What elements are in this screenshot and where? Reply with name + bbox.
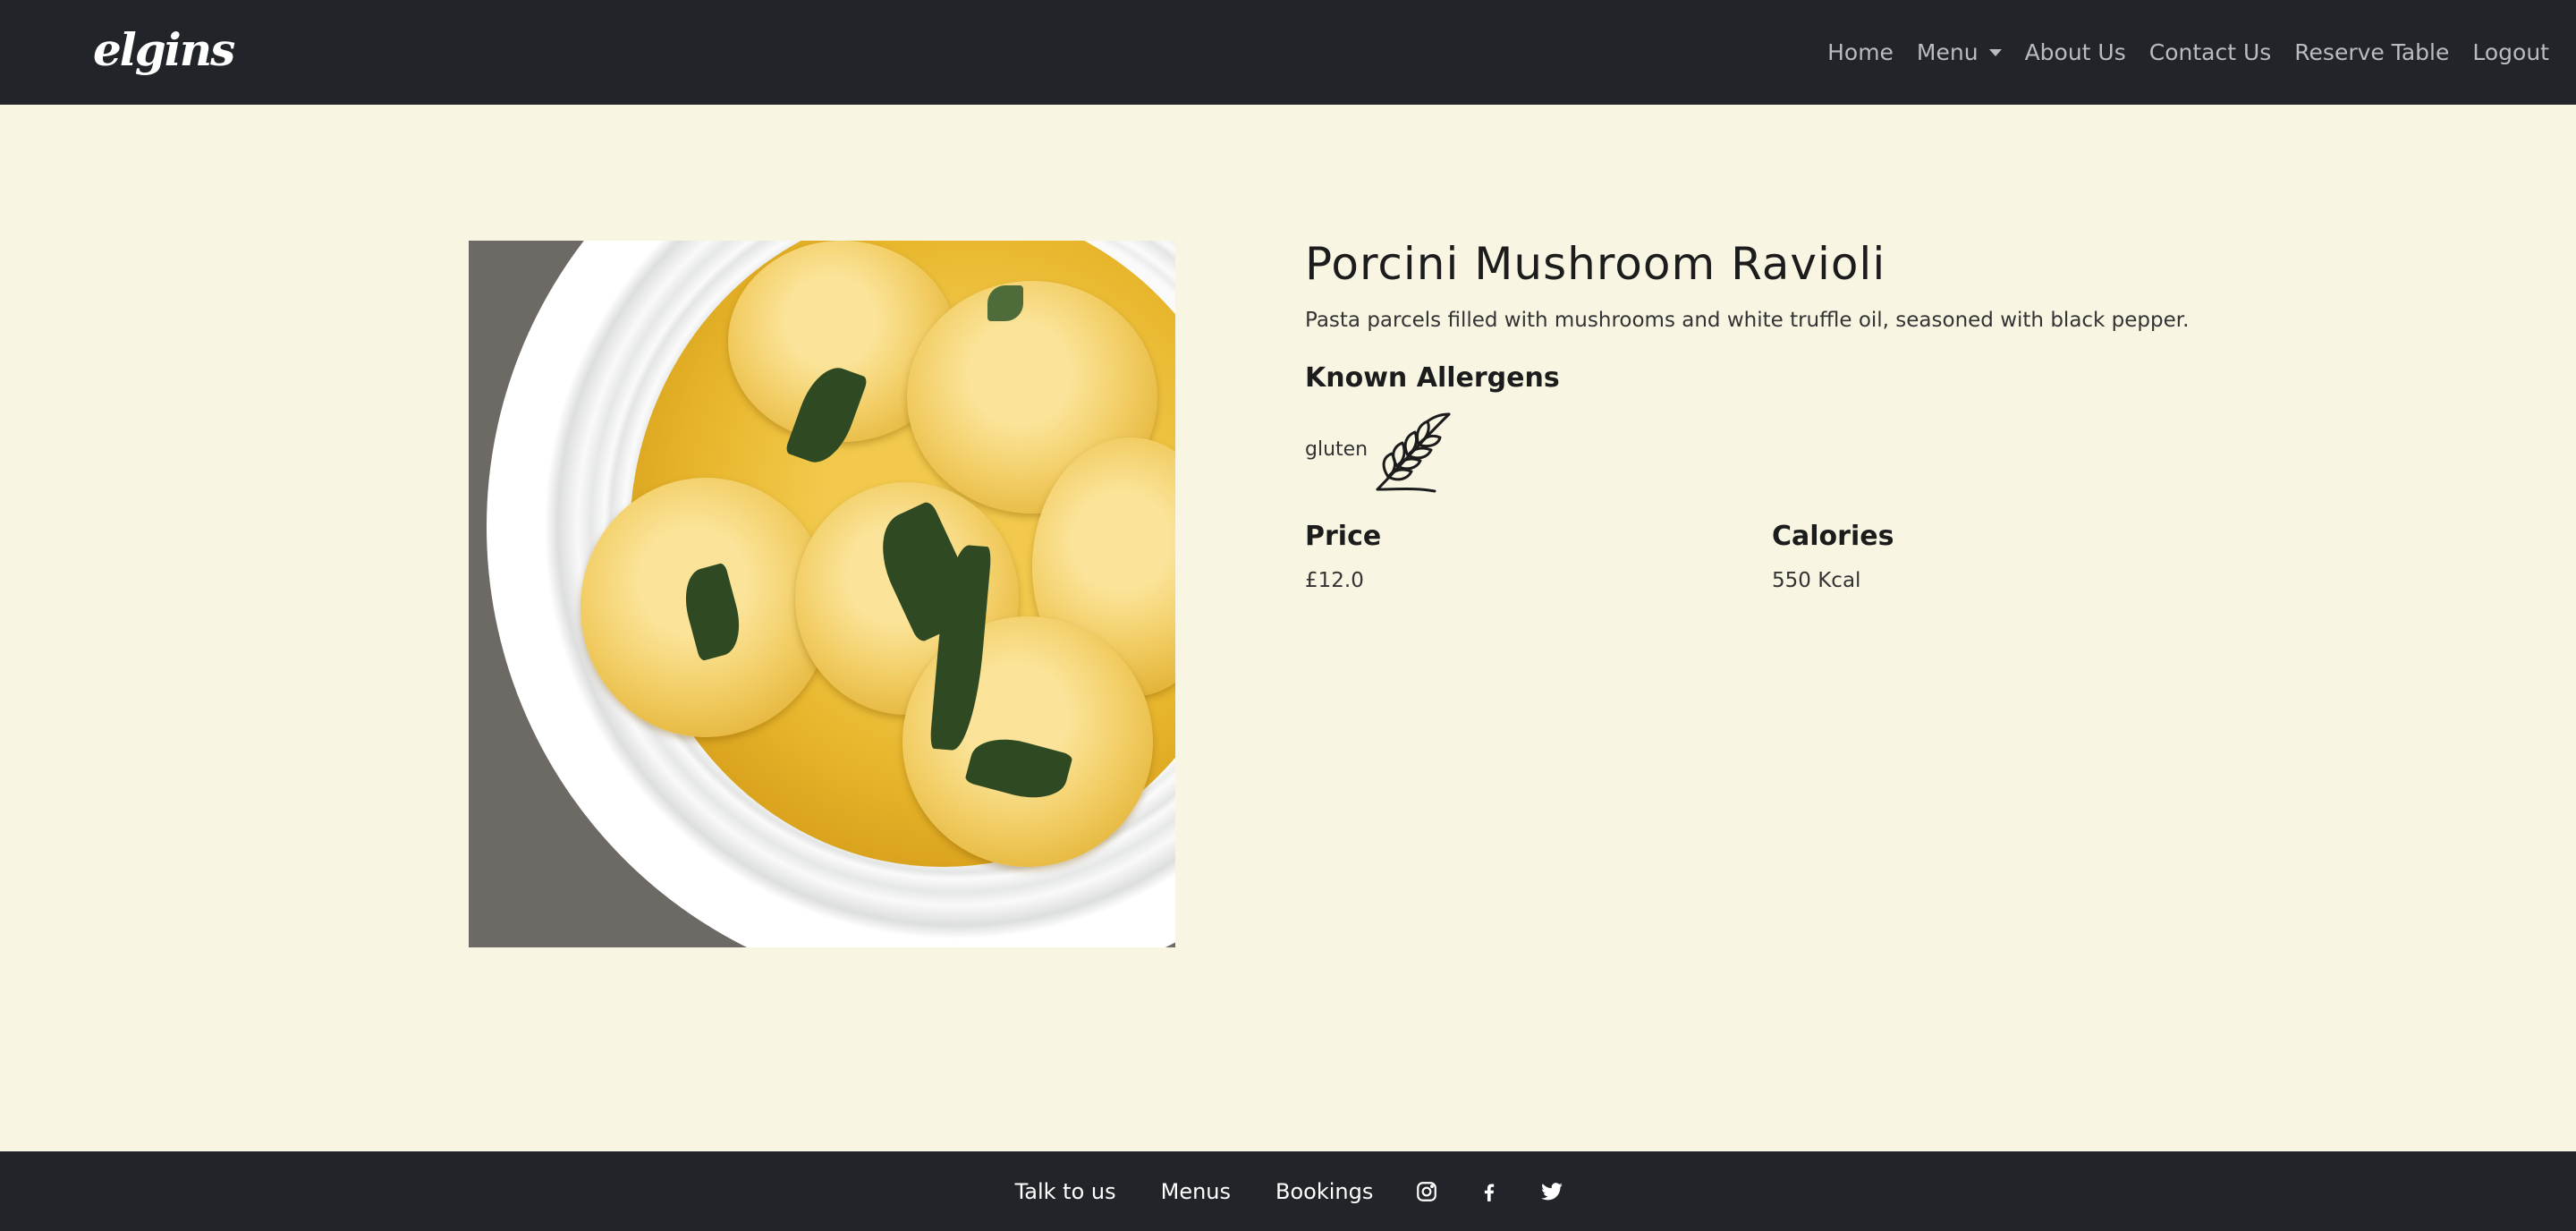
dish-image: [469, 241, 1175, 947]
dish-title: Porcini Mushroom Ravioli: [1305, 238, 1886, 290]
nav-home[interactable]: Home: [1827, 39, 1894, 65]
footer-bookings[interactable]: Bookings: [1275, 1179, 1373, 1204]
nav-menu-label: Menu: [1916, 39, 1979, 65]
allergen-label: gluten: [1305, 438, 1368, 461]
footer-talk-to-us[interactable]: Talk to us: [1015, 1179, 1116, 1204]
navbar: elgins Home Menu About Us Contact Us Res…: [0, 0, 2576, 105]
nav-logout[interactable]: Logout: [2472, 39, 2549, 65]
allergens-heading: Known Allergens: [1305, 362, 1560, 394]
price-heading: Price: [1305, 521, 1382, 552]
wheat-icon: [1376, 412, 1451, 493]
facebook-icon[interactable]: [1478, 1180, 1501, 1203]
herb-leaf: [987, 285, 1023, 321]
instagram-icon[interactable]: [1415, 1180, 1438, 1203]
nav-about[interactable]: About Us: [2025, 39, 2126, 65]
chevron-down-icon: [1988, 48, 2002, 56]
dish-description: Pasta parcels filled with mushrooms and …: [1305, 309, 2190, 332]
nav-links: Home Menu About Us Contact Us Reserve Ta…: [1804, 0, 2549, 105]
footer: Talk to us Menus Bookings: [0, 1151, 2576, 1231]
brand-logo[interactable]: elgins: [93, 23, 235, 76]
nav-menu-dropdown[interactable]: Menu: [1917, 39, 2002, 65]
price-value: £12.0: [1305, 569, 1364, 592]
footer-menus[interactable]: Menus: [1161, 1179, 1231, 1204]
nav-reserve-table[interactable]: Reserve Table: [2294, 39, 2449, 65]
calories-heading: Calories: [1772, 521, 1894, 552]
calories-value: 550 Kcal: [1772, 569, 1861, 592]
nav-contact[interactable]: Contact Us: [2149, 39, 2272, 65]
twitter-icon[interactable]: [1540, 1180, 1563, 1203]
